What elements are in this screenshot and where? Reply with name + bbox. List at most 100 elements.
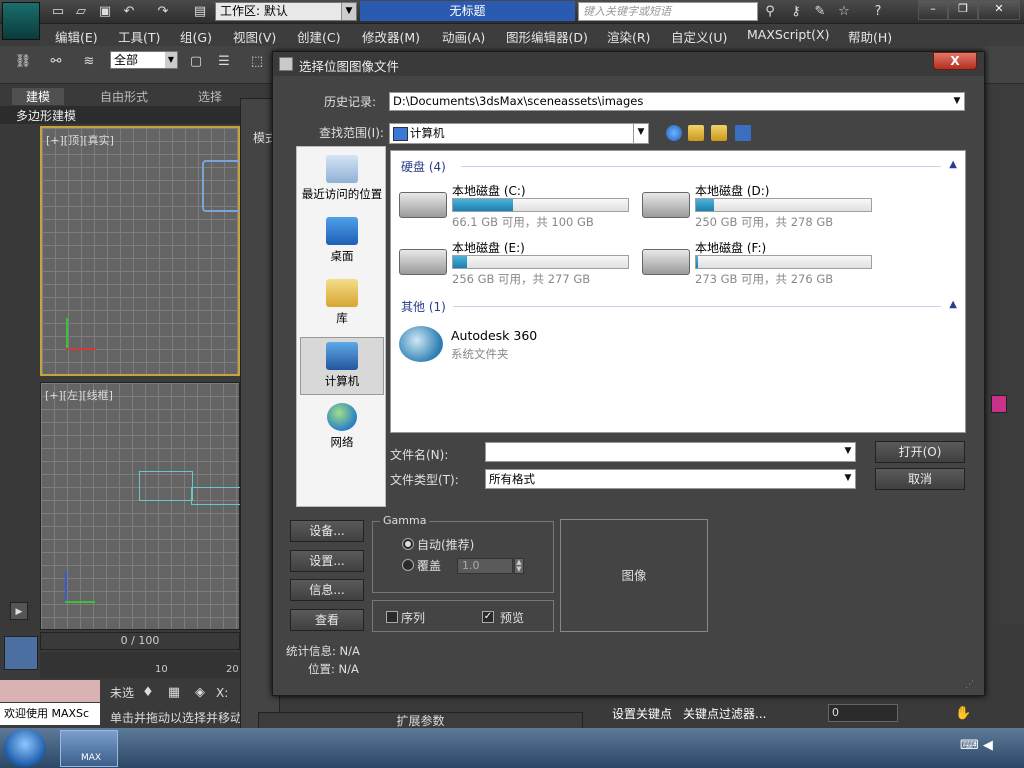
place-desktop[interactable]: 桌面 [300, 213, 384, 271]
restore-icon[interactable]: ❐ [948, 0, 978, 20]
group-header-other[interactable]: 其他 (1) [401, 298, 446, 315]
history-dropdown[interactable]: D:\Documents\3dsMax\sceneassets\images ▼ [389, 92, 965, 111]
place-libraries[interactable]: 库 [300, 275, 384, 333]
place-network[interactable]: 网络 [300, 399, 384, 457]
place-computer[interactable]: 计算机 [300, 337, 384, 395]
place-recent[interactable]: 最近访问的位置 [300, 151, 384, 209]
open-button[interactable]: 打开(O) [875, 441, 965, 463]
setup-button[interactable]: 设置... [290, 550, 364, 572]
undo-icon[interactable]: ↶ [121, 4, 137, 20]
view-menu-icon[interactable] [735, 125, 751, 141]
viewport-layout-icon[interactable] [4, 636, 38, 670]
menu-rendering[interactable]: 渲染(R) [607, 27, 650, 46]
taskbar-3dsmax-button[interactable]: MAX [60, 730, 118, 767]
collapse-caret-icon[interactable]: ▲ [949, 299, 957, 310]
track-bar[interactable]: 10 20 [40, 652, 240, 678]
dialog-close-button[interactable]: X [933, 52, 977, 70]
lightbulb-icon[interactable]: ♦ [140, 685, 156, 701]
info-button[interactable]: 信息... [290, 579, 364, 601]
preview-label[interactable]: 预览 [500, 609, 524, 626]
dialog-title-bar[interactable]: 选择位图图像文件 X [273, 52, 984, 76]
menu-maxscript[interactable]: MAXScript(X) [747, 27, 829, 42]
pan-hand-icon[interactable]: ✋ [955, 706, 971, 722]
sequence-checkbox[interactable] [386, 611, 398, 623]
viewport-left[interactable]: [+][左][线框] [40, 382, 243, 630]
welcome-text[interactable]: 欢迎使用 MAXSc [0, 703, 100, 725]
set-key-button[interactable]: 设置关键点 [612, 704, 678, 724]
volume-icon[interactable]: ◀ [983, 738, 993, 753]
new-file-icon[interactable]: ▭ [50, 4, 66, 20]
save-icon[interactable]: ▣ [97, 4, 113, 20]
windows-start-icon[interactable] [4, 729, 46, 767]
drive-item[interactable]: 本地磁盘 (E:) 256 GB 可用，共 277 GB [399, 239, 639, 291]
select-by-name-icon[interactable]: ☰ [214, 54, 234, 70]
viewport-left-label[interactable]: [+][左][线框] [45, 387, 113, 403]
communication-icon[interactable]: ✎ [812, 4, 828, 20]
cancel-button[interactable]: 取消 [875, 468, 965, 490]
key-filters-button[interactable]: 关键点过滤器... [683, 704, 793, 724]
menu-tools[interactable]: 工具(T) [118, 27, 160, 46]
keyboard-icon[interactable]: ⌨ [960, 738, 979, 753]
binoculars-icon[interactable]: ⚲ [762, 4, 778, 20]
ribbon-tab-selection[interactable]: 选择 [198, 88, 222, 105]
favorites-star-icon[interactable]: ☆ [836, 4, 852, 20]
group-header-hdd[interactable]: 硬盘 (4) [401, 158, 446, 175]
filename-input[interactable]: ▼ [485, 442, 856, 462]
menu-graph-editors[interactable]: 图形编辑器(D) [506, 27, 588, 46]
selection-filter-dropdown[interactable]: 全部 ▼ [110, 51, 178, 69]
select-object-icon[interactable]: ▢ [186, 54, 206, 70]
app-close-icon[interactable]: ✕ [978, 0, 1020, 20]
resize-grip-icon[interactable]: ⋰ [965, 680, 979, 692]
ribbon-tab-freeform[interactable]: 自由形式 [100, 88, 148, 105]
drive-item[interactable]: 本地磁盘 (F:) 273 GB 可用，共 276 GB [642, 239, 882, 291]
workspace-dropdown[interactable]: 工作区: 默认 ▼ [215, 2, 357, 21]
collapse-caret-icon[interactable]: ▲ [949, 159, 957, 170]
drive-item[interactable]: 本地磁盘 (D:) 250 GB 可用，共 278 GB [642, 182, 882, 234]
bind-spacewarp-icon[interactable]: ≋ [78, 54, 100, 70]
key-icon[interactable]: ⚷ [788, 4, 804, 20]
filetype-dropdown[interactable]: 所有格式 ▼ [485, 469, 856, 489]
viewport-top-label[interactable]: [+][顶][真实] [46, 132, 114, 148]
play-arrow-icon[interactable]: ▶ [10, 602, 28, 620]
back-icon[interactable] [666, 125, 682, 141]
menu-modifiers[interactable]: 修改器(M) [362, 27, 420, 46]
menu-views[interactable]: 视图(V) [233, 27, 276, 46]
menu-create[interactable]: 创建(C) [297, 27, 340, 46]
up-folder-icon[interactable] [688, 125, 704, 141]
new-folder-icon[interactable] [711, 125, 727, 141]
ribbon-tab-modeling[interactable]: 建模 [12, 88, 65, 105]
time-slider[interactable]: 0 / 100 [40, 632, 240, 650]
viewport-top[interactable]: [+][顶][真实] [40, 126, 244, 376]
help-icon[interactable]: ? [870, 4, 886, 20]
menu-animation[interactable]: 动画(A) [442, 27, 485, 46]
search-input[interactable]: 键入关键字或短语 [578, 2, 758, 21]
autodesk360-item[interactable]: Autodesk 360 系统文件夹 [399, 324, 659, 368]
sequence-label[interactable]: 序列 [401, 609, 425, 626]
maxscript-listener-mini[interactable] [0, 680, 100, 702]
devices-button[interactable]: 设备... [290, 520, 364, 542]
gamma-value-input[interactable]: 1.0 [457, 558, 513, 574]
redo-icon[interactable]: ↷ [155, 4, 171, 20]
menu-customize[interactable]: 自定义(U) [671, 27, 727, 46]
gamma-auto-label[interactable]: 自动(推荐) [401, 536, 474, 553]
preview-checkbox[interactable]: ✓ [482, 611, 494, 623]
open-file-icon[interactable]: ▱ [73, 4, 89, 20]
look-in-dropdown[interactable]: 计算机 ▼ [389, 123, 649, 144]
unlink-icon[interactable]: ⚯ [45, 54, 67, 70]
menu-edit[interactable]: 编辑(E) [55, 27, 98, 46]
object-color-swatch[interactable] [991, 395, 1007, 413]
rect-selection-icon[interactable]: ⬚ [247, 54, 267, 70]
current-frame-input[interactable]: 0 [828, 704, 898, 722]
project-folder-icon[interactable]: ▤ [192, 4, 208, 20]
file-list[interactable]: 硬盘 (4) ▲ 本地磁盘 (C:) 66.1 GB 可用，共 100 GB 本… [390, 150, 966, 433]
minimize-icon[interactable]: – [918, 0, 948, 20]
menu-help[interactable]: 帮助(H) [848, 27, 892, 46]
drive-item[interactable]: 本地磁盘 (C:) 66.1 GB 可用，共 100 GB [399, 182, 639, 234]
gamma-override-label[interactable]: 覆盖 [401, 557, 441, 574]
menu-group[interactable]: 组(G) [180, 27, 212, 46]
view-button[interactable]: 查看 [290, 609, 364, 631]
spinner-icon[interactable]: ▲ ▼ [514, 558, 524, 574]
lock-icon[interactable]: ▦ [166, 685, 182, 701]
link-icon[interactable]: ⛓ [12, 54, 34, 70]
absolute-mode-icon[interactable]: ◈ [192, 685, 208, 701]
